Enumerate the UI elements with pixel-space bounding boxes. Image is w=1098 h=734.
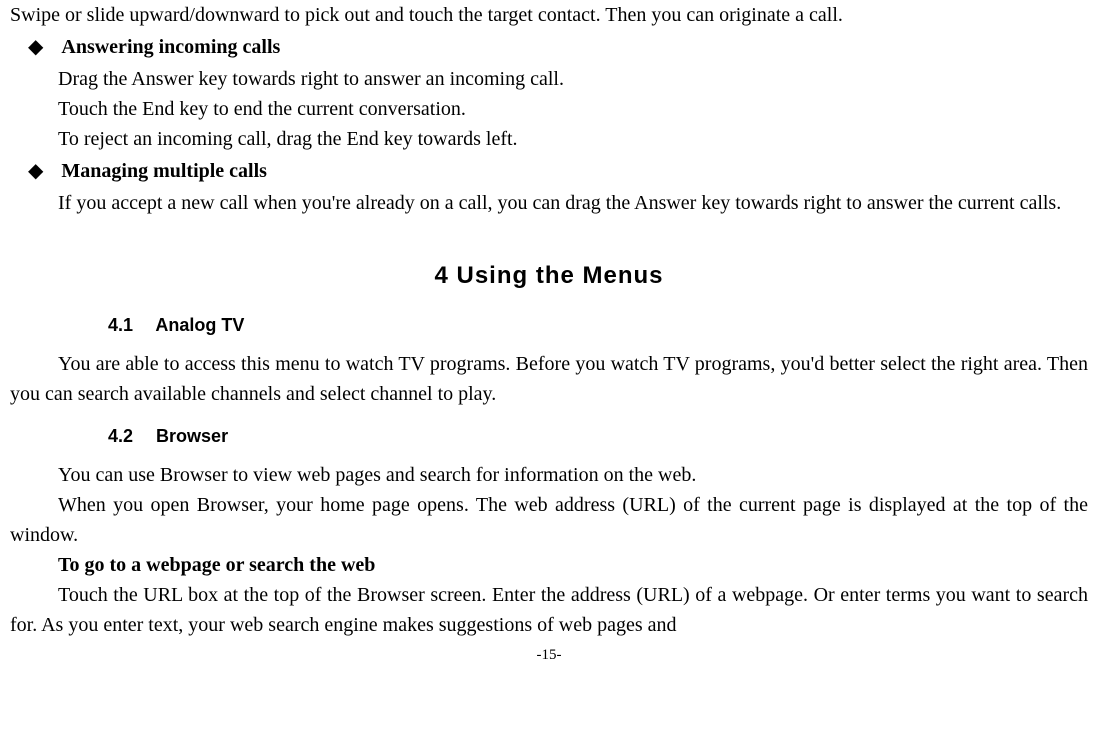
answering-line1: Drag the Answer key towards right to ans… [10,64,1088,94]
answering-line2: Touch the End key to end the current con… [10,94,1088,124]
answering-line3: To reject an incoming call, drag the End… [10,124,1088,154]
browser-p1: You can use Browser to view web pages an… [10,460,1088,490]
subsection-42-num: 4.2 [108,423,133,450]
diamond-icon: ◆ [28,156,43,186]
browser-heading: To go to a webpage or search the web [10,550,1088,580]
managing-paragraph: If you accept a new call when you're alr… [10,188,1088,218]
section-4-title: 4 Using the Menus [10,258,1088,294]
bullet-answering: ◆ Answering incoming calls [10,32,1088,62]
section-num: 4 [434,262,448,289]
subsection-42-title: Browser [156,426,228,446]
bullet-managing: ◆ Managing multiple calls [10,156,1088,186]
intro-paragraph: Swipe or slide upward/downward to pick o… [10,0,1088,30]
subsection-41: 4.1 Analog TV [108,312,1088,339]
bullet-answering-label: Answering incoming calls [61,32,280,62]
browser-p2: When you open Browser, your home page op… [10,490,1088,550]
browser-p3: Touch the URL box at the top of the Brow… [10,580,1088,640]
section-title-text: Using the Menus [457,262,664,289]
analogtv-paragraph: You are able to access this menu to watc… [10,349,1088,409]
diamond-icon: ◆ [28,32,43,62]
bullet-managing-label: Managing multiple calls [61,156,267,186]
subsection-41-title: Analog TV [155,315,244,335]
page-number: -15- [10,644,1088,667]
subsection-41-num: 4.1 [108,312,133,339]
subsection-42: 4.2 Browser [108,423,1088,450]
